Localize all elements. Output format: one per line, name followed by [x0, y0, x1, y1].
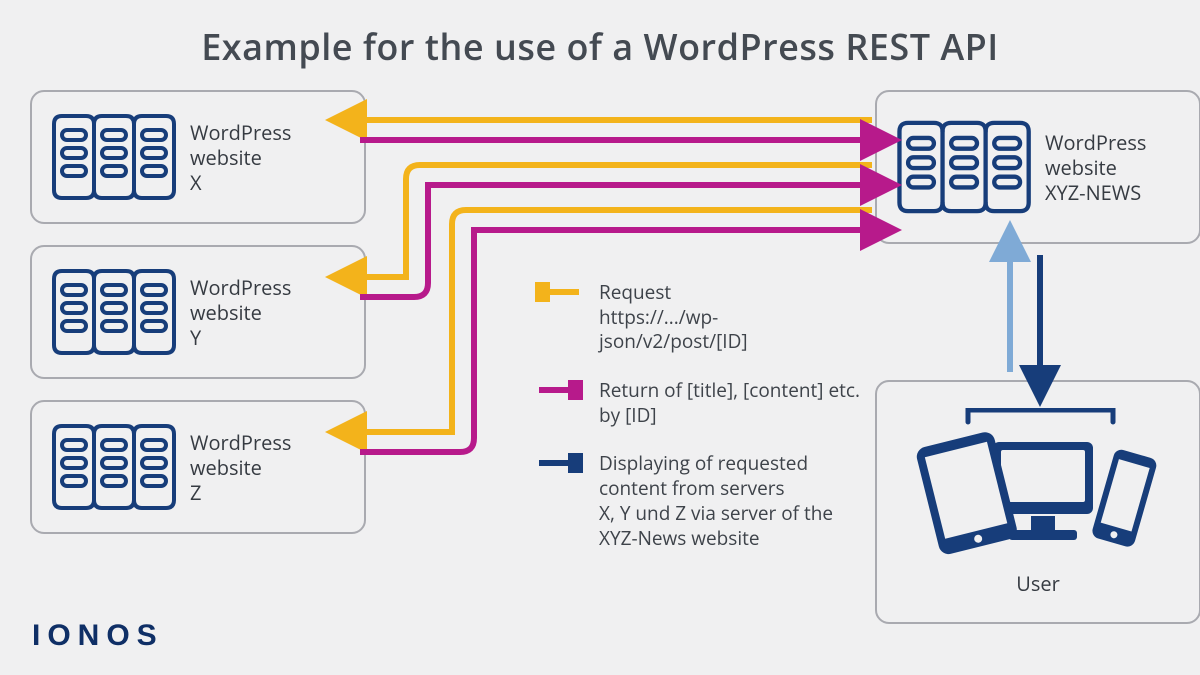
server-icon — [48, 112, 178, 202]
server-icon — [893, 117, 1033, 217]
brand-logo: IONOS — [32, 619, 164, 653]
diagram-title: Example for the use of a WordPress REST … — [0, 22, 1200, 71]
arrow-right-icon — [535, 380, 583, 400]
server-icon — [48, 267, 178, 357]
devices-icon — [913, 408, 1163, 563]
arrow-right-icon — [535, 453, 583, 473]
node-label: WordPresswebsiteZ — [190, 430, 291, 505]
node-label: WordPresswebsiteXYZ-NEWS — [1045, 130, 1146, 205]
node-wordpress-z: WordPresswebsiteZ — [30, 400, 366, 534]
legend: Requesthttps://.../wp-json/v2/post/[ID] … — [535, 280, 865, 550]
node-wordpress-y: WordPresswebsiteY — [30, 245, 366, 379]
node-label: User — [1016, 571, 1060, 596]
node-label: WordPresswebsiteY — [190, 275, 291, 350]
legend-display-text: Displaying of requestedcontent from serv… — [599, 451, 865, 550]
node-wordpress-x: WordPresswebsiteX — [30, 90, 366, 224]
legend-request-text: Requesthttps://.../wp-json/v2/post/[ID] — [599, 280, 865, 354]
node-label: WordPresswebsiteX — [190, 120, 291, 195]
arrow-left-icon — [535, 282, 583, 302]
node-user: User — [875, 380, 1200, 624]
node-wordpress-xyznews: WordPresswebsiteXYZ-NEWS — [875, 90, 1200, 244]
legend-return-text: Return of [title], [content] etc.by [ID] — [599, 378, 865, 427]
server-icon — [48, 422, 178, 512]
